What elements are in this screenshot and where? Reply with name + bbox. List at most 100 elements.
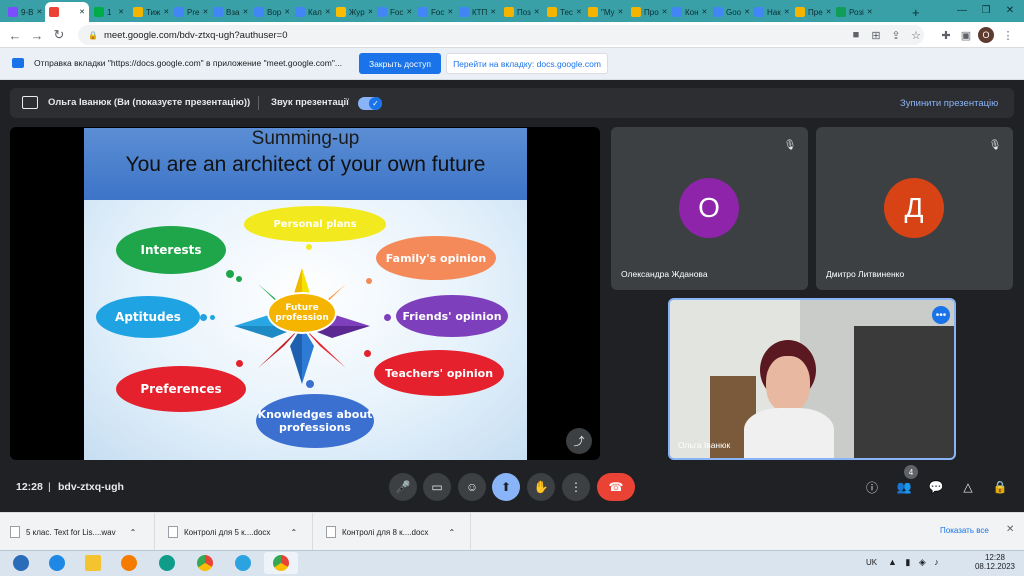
browser-tab[interactable]: Нак ✕ (750, 2, 790, 22)
tab-close-icon[interactable]: ✕ (534, 8, 540, 16)
activities-icon[interactable]: △ (958, 477, 978, 497)
bookmark-star-icon[interactable]: ☆ (908, 27, 924, 43)
tab-close-icon[interactable]: ✕ (406, 8, 412, 16)
taskbar-explorer[interactable] (76, 552, 110, 574)
reload-icon[interactable]: ↻ (50, 26, 68, 44)
emoji-button[interactable]: ☺ (458, 473, 486, 501)
browser-tab[interactable]: Тес ✕ (543, 2, 583, 22)
url-input[interactable]: 🔒 meet.google.com/bdv-ztxq-ugh?authuser=… (78, 25, 924, 45)
chevron-up-icon[interactable]: ⌃ (290, 528, 297, 537)
tab-close-icon[interactable]: ✕ (242, 8, 248, 16)
tab-close-icon[interactable]: ✕ (744, 8, 749, 16)
sidepanel-icon[interactable]: ▣ (958, 27, 974, 43)
browser-tab[interactable]: Foc ✕ (414, 2, 454, 22)
back-icon[interactable]: ← (6, 26, 24, 44)
browser-tab[interactable]: КТП ✕ (455, 2, 499, 22)
show-all-downloads-link[interactable]: Показать все (940, 526, 989, 535)
chevron-up-icon[interactable]: ⌃ (448, 528, 455, 537)
browser-tab[interactable]: Кон ✕ (668, 2, 708, 22)
host-controls-icon[interactable]: 🔒 (990, 477, 1010, 497)
browser-tab[interactable]: Goo ✕ (709, 2, 749, 22)
profile-avatar[interactable]: О (978, 27, 994, 43)
tab-close-icon[interactable]: ✕ (702, 8, 708, 16)
share-icon[interactable]: ⇪ (888, 27, 904, 43)
tab-close-icon[interactable]: ✕ (79, 8, 85, 16)
browser-tab[interactable]: Поз ✕ (500, 2, 542, 22)
download-item[interactable]: 5 клас. Text for Lis....wav ⌃ (0, 513, 155, 551)
minimize-window-button[interactable]: — (950, 0, 974, 20)
browser-tab[interactable]: Вор ✕ (250, 2, 290, 22)
taskbar-clock[interactable]: 12:28 08.12.2023 (973, 553, 1017, 571)
browser-tab[interactable]: Розі ✕ (832, 2, 872, 22)
browser-tab[interactable]: Пре ✕ (791, 2, 831, 22)
tab-close-icon[interactable]: ✕ (36, 8, 42, 16)
taskbar-media[interactable] (112, 552, 146, 574)
tab-close-icon[interactable]: ✕ (826, 8, 831, 16)
more-menu-icon[interactable]: ⋮ (1000, 27, 1016, 43)
taskbar-edge[interactable] (150, 552, 184, 574)
tab-close-icon[interactable]: ✕ (368, 8, 372, 16)
browser-tab[interactable]: Жур ✕ (332, 2, 372, 22)
chevron-up-icon[interactable]: ⌃ (130, 528, 137, 537)
browser-tab[interactable]: 1 ✕ (90, 2, 128, 22)
stop-sharing-button[interactable]: Закрыть доступ (359, 53, 441, 74)
browser-tab[interactable]: Foc ✕ (373, 2, 413, 22)
leave-call-button[interactable]: ☎ (597, 473, 635, 501)
present-button[interactable]: ⬆ (492, 473, 520, 501)
share-slide-icon[interactable]: ⤴ (566, 428, 592, 454)
url-text: meet.google.com/bdv-ztxq-ugh?authuser=0 (103, 29, 288, 41)
extensions-icon[interactable]: ✚ (938, 27, 954, 43)
download-item[interactable]: Контролі для 8 к....docx ⌃ (316, 513, 471, 551)
stop-presenting-button[interactable]: Зупинити презентацію (900, 98, 998, 109)
self-video-tile[interactable]: ••• Ольга Іванюк (668, 298, 956, 460)
tab-close-icon[interactable]: ✕ (284, 8, 290, 16)
browser-tab[interactable]: Кал ✕ (291, 2, 331, 22)
camera-button[interactable]: ▭ (423, 473, 451, 501)
chat-icon[interactable]: 💬 (926, 477, 946, 497)
language-indicator[interactable]: UK (866, 558, 877, 567)
people-icon[interactable]: 👥 (894, 477, 914, 497)
taskbar-chrome-active[interactable] (264, 552, 298, 574)
taskbar-chrome[interactable] (188, 552, 222, 574)
tab-close-icon[interactable]: ✕ (490, 8, 496, 16)
browser-tab[interactable]: "My ✕ (584, 2, 626, 22)
tab-close-icon[interactable]: ✕ (163, 8, 169, 16)
camera-icon[interactable]: ■ (848, 27, 864, 43)
taskbar-ie[interactable] (40, 552, 74, 574)
tab-close-icon[interactable]: ✕ (202, 8, 208, 16)
browser-tab[interactable]: 9-В ✕ (4, 2, 44, 22)
tab-close-icon[interactable]: ✕ (662, 8, 667, 16)
close-window-button[interactable]: ✕ (998, 0, 1022, 20)
browser-tab[interactable]: Pre ✕ (170, 2, 208, 22)
tray-icons[interactable]: ▲ ▮ ◈ ♪ (888, 557, 942, 568)
tab-close-icon[interactable]: ✕ (118, 8, 124, 16)
more-options-button[interactable]: ⋮ (562, 473, 590, 501)
meeting-info-icon[interactable]: ⓘ (862, 477, 882, 497)
raise-hand-button[interactable]: ✋ (527, 473, 555, 501)
translate-icon[interactable]: ⊞ (868, 27, 884, 43)
maximize-window-button[interactable]: ❐ (974, 0, 998, 20)
tab-close-icon[interactable]: ✕ (325, 8, 331, 16)
tab-close-icon[interactable]: ✕ (576, 8, 582, 16)
bubble-personal-plans: Personal plans (244, 206, 386, 242)
download-item[interactable]: Контролі для 5 к....docx ⌃ (158, 513, 313, 551)
browser-tab[interactable]: ✕ (45, 2, 89, 22)
start-button[interactable] (4, 552, 38, 574)
new-tab-button[interactable]: + (908, 2, 924, 22)
browser-tab[interactable]: Вза ✕ (209, 2, 249, 22)
taskbar-telegram[interactable] (226, 552, 260, 574)
tab-favicon-icon (588, 7, 598, 17)
browser-tab[interactable]: Про ✕ (627, 2, 667, 22)
forward-icon[interactable]: → (28, 26, 46, 44)
switch-to-tab-button[interactable]: Перейти на вкладку: docs.google.com (446, 53, 608, 74)
tab-close-icon[interactable]: ✕ (618, 8, 624, 16)
close-downloads-icon[interactable]: ✕ (1006, 524, 1014, 535)
tab-close-icon[interactable]: ✕ (447, 8, 453, 16)
browser-tab[interactable]: Тиж ✕ (129, 2, 169, 22)
more-options-icon[interactable]: ••• (932, 306, 950, 324)
tab-close-icon[interactable]: ✕ (784, 8, 790, 16)
microphone-button[interactable]: 🎤 (389, 473, 417, 501)
presentation-sound-toggle[interactable]: ✓ (358, 97, 382, 110)
tab-close-icon[interactable]: ✕ (867, 8, 872, 16)
participant-tile-2[interactable]: Д Дмитро Литвиненко 🎙 (816, 127, 1013, 290)
